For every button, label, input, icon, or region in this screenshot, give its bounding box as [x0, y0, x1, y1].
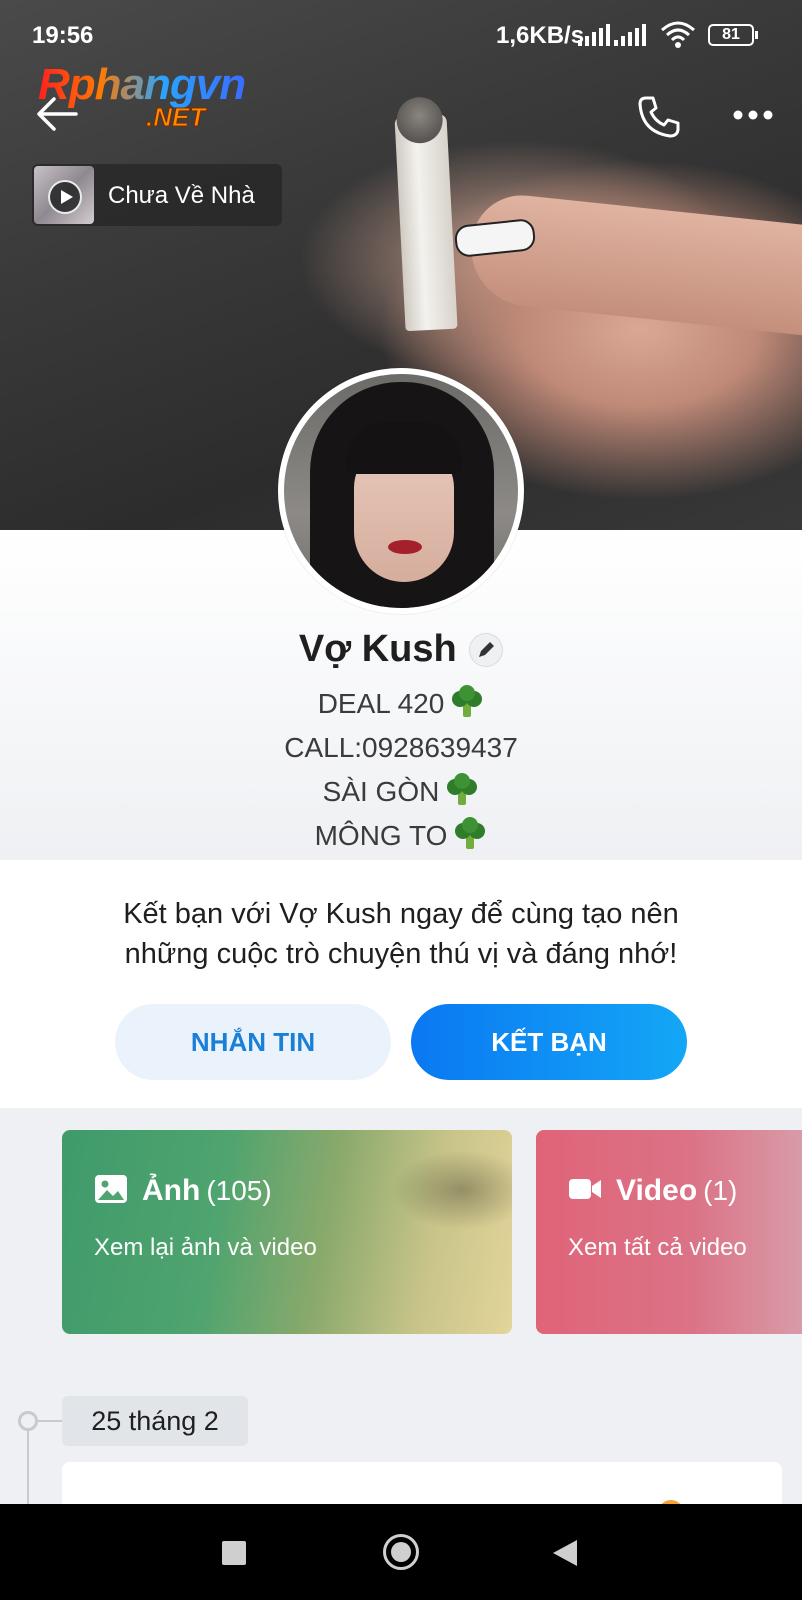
music-title: Chưa Về Nhà [108, 182, 255, 209]
wifi-icon [661, 21, 695, 48]
message-button[interactable]: NHẮN TIN [115, 1004, 391, 1080]
status-network-speed: 1,6KB/s [496, 22, 585, 49]
arrow-left-icon[interactable] [34, 94, 80, 134]
video-camera-icon [569, 1179, 601, 1199]
timeline-date-chip: 25 tháng 2 [62, 1396, 248, 1446]
bio-line: CALL:0928639437 [0, 726, 802, 770]
profile-music-widget[interactable]: Chưa Về Nhà [32, 164, 282, 226]
invite-line1: Kết bạn với Vợ Kush ngay để cùng tạo nên [123, 898, 679, 930]
phone-icon[interactable] [636, 94, 682, 140]
timeline-connector [38, 1420, 62, 1422]
broccoli-icon [447, 773, 478, 805]
pencil-icon[interactable] [469, 632, 504, 667]
videos-count: (1) [703, 1175, 738, 1206]
timeline-dot [18, 1411, 38, 1431]
bio-text: CALL:0928639437 [284, 732, 518, 763]
videos-card[interactable]: Video (1) Xem tất cả video [536, 1130, 802, 1334]
signal-icon [578, 24, 610, 46]
videos-card-subtitle: Xem tất cả video [568, 1234, 747, 1261]
timeline-line [27, 1430, 29, 1510]
cover-cigarette [394, 113, 458, 332]
music-thumbnail [34, 166, 94, 224]
photos-count: (105) [206, 1175, 272, 1206]
invite-line2: những cuộc trò chuyện thú vị và đáng nhớ… [124, 938, 678, 970]
status-bar: 19:56 1,6KB/s 81 [0, 0, 802, 68]
battery-level: 81 [722, 26, 740, 43]
watermark-line2: .NET [145, 102, 206, 133]
photos-card[interactable]: Ảnh (105) Xem lại ảnh và video [62, 1130, 512, 1334]
home-icon[interactable] [383, 1534, 419, 1570]
avatar-photo [284, 374, 518, 608]
play-icon[interactable] [48, 180, 82, 214]
profile-name-row: Vợ Kush [0, 628, 802, 671]
broccoli-icon [455, 817, 486, 849]
profile-name: Vợ Kush [298, 628, 457, 670]
cover-hand [465, 190, 802, 340]
image-icon [95, 1175, 127, 1203]
photos-label: Ảnh [142, 1174, 201, 1207]
videos-card-title: Video (1) [568, 1174, 737, 1208]
back-triangle-icon[interactable] [553, 1540, 577, 1566]
broccoli-icon [452, 685, 483, 717]
profile-bio: DEAL 420 CALL:0928639437 SÀI GÒN MÔNG TO [0, 682, 802, 858]
system-nav-bar [0, 1504, 802, 1600]
more-dots-icon[interactable] [732, 100, 774, 130]
battery-icon: 81 [708, 24, 758, 46]
bio-line: DEAL 420 [0, 682, 802, 726]
bio-line: MÔNG TO [0, 814, 802, 858]
avatar[interactable] [278, 368, 524, 614]
videos-label: Video [616, 1174, 698, 1207]
signal-icon [614, 24, 646, 46]
recent-apps-icon[interactable] [222, 1541, 246, 1565]
bio-text: DEAL 420 [317, 688, 445, 719]
add-friend-button[interactable]: KẾT BẠN [411, 1004, 687, 1080]
bio-text: SÀI GÒN [322, 776, 440, 807]
photos-card-subtitle: Xem lại ảnh và video [94, 1234, 317, 1261]
friend-invite-text: Kết bạn với Vợ Kush ngay để cùng tạo nên… [0, 894, 802, 974]
bio-line: SÀI GÒN [0, 770, 802, 814]
bio-text: MÔNG TO [314, 820, 448, 851]
status-time: 19:56 [32, 22, 94, 49]
photos-card-title: Ảnh (105) [94, 1174, 272, 1208]
